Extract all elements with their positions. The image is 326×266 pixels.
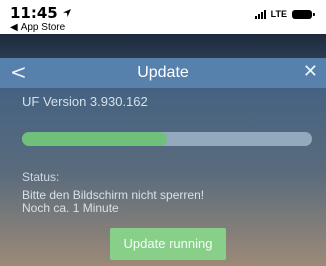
close-icon[interactable]: ✕ (303, 62, 318, 82)
progress-bar-fill (22, 132, 167, 146)
clock: 11:45 (10, 4, 72, 22)
dialog-title: Update (137, 64, 189, 81)
update-running-button[interactable]: Update running (110, 228, 226, 260)
back-to-app-store-link[interactable]: ◀ App Store (10, 22, 65, 33)
update-dialog: < Update ✕ UF Version 3.930.162 Status: … (0, 58, 326, 266)
back-triangle-icon: ◀ (10, 22, 18, 33)
version-label: UF Version 3.930.162 (22, 94, 148, 109)
dialog-header: < Update ✕ (0, 58, 326, 88)
progress-bar (22, 132, 312, 146)
ios-status-bar: 11:45 ◀ App Store LTE (0, 0, 326, 34)
status-indicators: LTE (254, 9, 315, 19)
back-label: App Store (20, 22, 66, 33)
time-label: 11:45 (10, 4, 58, 22)
signal-icon (254, 9, 266, 19)
location-arrow-icon (62, 9, 71, 17)
battery-icon (292, 9, 315, 19)
network-label: LTE (270, 9, 287, 19)
status-message-lock: Bitte den Bildschirm nicht sperren! (22, 188, 205, 202)
status-message-time-remaining: Noch ca. 1 Minute (22, 201, 119, 215)
status-heading: Status: (22, 170, 60, 184)
